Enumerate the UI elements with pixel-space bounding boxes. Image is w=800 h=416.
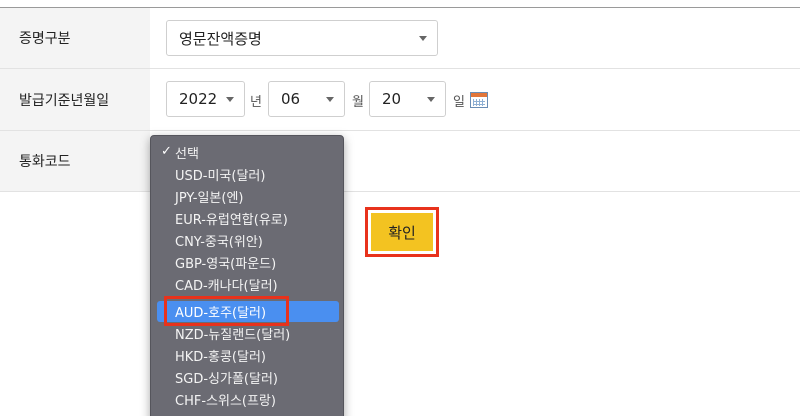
chevron-down-icon	[326, 97, 334, 102]
option-label: EUR-유럽연합(유로)	[175, 213, 288, 228]
confirm-highlight-box: 확인	[365, 207, 439, 257]
option-label: CNY-중국(위안)	[175, 235, 263, 250]
option-label: GBP-영국(파운드)	[175, 257, 277, 272]
row-issue-date: 발급기준년월일 2022 년 06 월 20 일	[0, 69, 800, 131]
chevron-down-icon	[427, 97, 435, 102]
year-unit: 년	[250, 95, 262, 110]
year-select[interactable]: 2022	[166, 81, 245, 117]
year-value: 2022	[179, 90, 218, 108]
dropdown-option[interactable]: CHF-스위스(프랑)	[157, 389, 339, 410]
row-currency: 통화코드	[0, 131, 800, 192]
currency-dropdown-list[interactable]: ✓ 선택 USD-미국(달러) JPY-일본(엔) EUR-유럽연합(유로) C…	[150, 135, 344, 416]
dropdown-option[interactable]: ✓ 선택	[157, 142, 339, 163]
cert-type-label: 증명구분	[0, 8, 150, 68]
row-cert-type: 증명구분 영문잔액증명	[0, 8, 800, 69]
month-select[interactable]: 06	[268, 81, 345, 117]
day-unit: 일	[453, 95, 465, 110]
dropdown-option[interactable]: USD-미국(달러)	[157, 164, 339, 185]
calendar-icon[interactable]	[470, 92, 488, 108]
cert-type-value: 영문잔액증명	[179, 29, 262, 48]
option-label: USD-미국(달러)	[175, 169, 266, 184]
option-highlight-box	[164, 296, 289, 326]
confirm-button[interactable]: 확인	[371, 213, 433, 251]
chevron-down-icon	[226, 97, 234, 102]
month-value: 06	[281, 90, 301, 108]
dropdown-option[interactable]: CNY-중국(위안)	[157, 230, 339, 251]
checkmark-icon: ✓	[161, 144, 172, 159]
dropdown-option[interactable]: HKD-홍콩(달러)	[157, 345, 339, 366]
day-select[interactable]: 20	[369, 81, 446, 117]
dropdown-option[interactable]: SGD-싱가폴(달러)	[157, 367, 339, 388]
chevron-down-icon	[419, 36, 427, 41]
option-label: CHF-스위스(프랑)	[175, 394, 276, 409]
dropdown-option[interactable]: GBP-영국(파운드)	[157, 252, 339, 273]
option-label: 선택	[175, 147, 199, 162]
currency-label: 통화코드	[0, 131, 150, 191]
calendar-icon-header	[471, 93, 487, 97]
option-label: CAD-캐나다(달러)	[175, 279, 278, 294]
option-label: JPY-일본(엔)	[175, 191, 244, 206]
option-label: HKD-홍콩(달러)	[175, 350, 266, 365]
issue-date-label: 발급기준년월일	[0, 69, 150, 130]
dropdown-option[interactable]: EUR-유럽연합(유로)	[157, 208, 339, 229]
calendar-icon-grid	[473, 99, 485, 106]
day-value: 20	[382, 90, 402, 108]
option-label: SGD-싱가폴(달러)	[175, 372, 278, 387]
month-unit: 월	[352, 95, 364, 110]
dropdown-option[interactable]: JPY-일본(엔)	[157, 186, 339, 207]
option-label: NZD-뉴질랜드(달러)	[175, 328, 291, 343]
dropdown-option[interactable]: CAD-캐나다(달러)	[157, 274, 339, 295]
dropdown-option[interactable]: NZD-뉴질랜드(달러)	[157, 323, 339, 344]
cert-type-select[interactable]: 영문잔액증명	[166, 20, 438, 56]
